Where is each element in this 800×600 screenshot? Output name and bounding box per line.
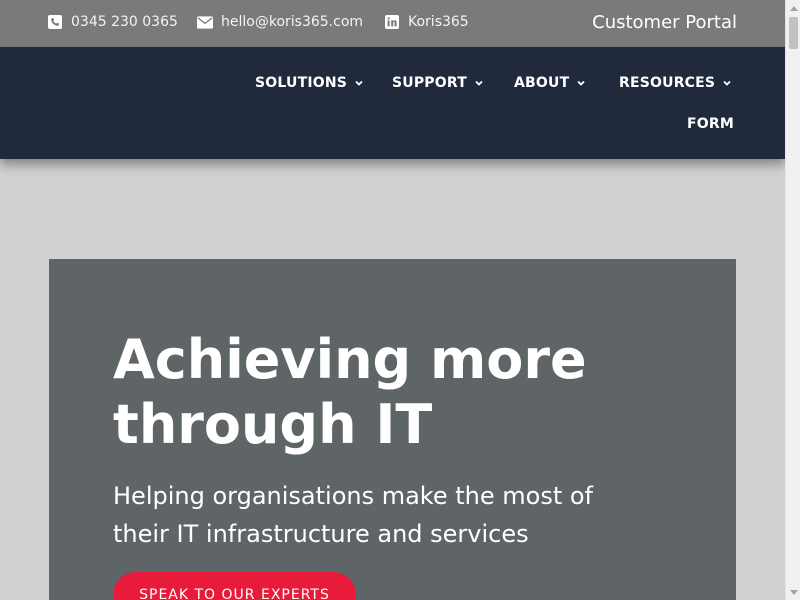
nav-item-label: SOLUTIONS (255, 75, 348, 91)
hero-subtitle: Helping organisations make the most of t… (113, 477, 633, 553)
chevron-down-icon (475, 79, 483, 87)
nav-item-label: FORM (687, 116, 734, 132)
hero-subtitle-line: Helping organisations make the most of (113, 482, 593, 510)
scrollbar-thumb[interactable] (789, 17, 798, 49)
page: 0345 230 0365 hello@koris365.com Koris36… (0, 0, 785, 600)
scroll-down-arrow-icon[interactable] (786, 585, 800, 600)
speak-to-experts-button[interactable]: SPEAK TO OUR EXPERTS (113, 572, 356, 600)
hero-title-line: through IT (113, 393, 433, 456)
hero-subtitle-line: their IT infrastructure and services (113, 520, 529, 548)
chevron-down-icon (577, 79, 585, 87)
phone-number: 0345 230 0365 (71, 14, 178, 30)
nav-item-form[interactable]: FORM (687, 116, 734, 132)
scroll-up-arrow-icon[interactable] (786, 0, 800, 15)
linkedin-label: Koris365 (408, 14, 469, 30)
envelope-icon (197, 14, 213, 30)
hero-section: Achieving more through IT Helping organi… (49, 259, 736, 600)
top-contact-bar: 0345 230 0365 hello@koris365.com Koris36… (0, 0, 785, 47)
hero-title-line: Achieving more (113, 328, 587, 391)
hero-title: Achieving more through IT (113, 327, 673, 457)
phone-link[interactable]: 0345 230 0365 (47, 14, 178, 30)
chevron-down-icon (723, 79, 731, 87)
email-link[interactable]: hello@koris365.com (197, 14, 363, 30)
linkedin-link[interactable]: Koris365 (384, 14, 469, 30)
main-navigation: SOLUTIONS SUPPORT ABOUT RESOURCES FORM (0, 47, 785, 159)
chevron-down-icon (355, 79, 363, 87)
linkedin-icon (384, 14, 400, 30)
email-address: hello@koris365.com (221, 14, 364, 30)
nav-item-solutions[interactable]: SOLUTIONS (255, 75, 363, 91)
customer-portal-link[interactable]: Customer Portal (592, 12, 737, 33)
nav-item-about[interactable]: ABOUT (514, 75, 585, 91)
nav-item-resources[interactable]: RESOURCES (619, 75, 731, 91)
nav-item-label: RESOURCES (619, 75, 716, 91)
vertical-scrollbar[interactable] (785, 0, 800, 600)
nav-item-label: ABOUT (514, 75, 570, 91)
nav-item-label: SUPPORT (392, 75, 467, 91)
nav-item-support[interactable]: SUPPORT (392, 75, 483, 91)
phone-icon (47, 14, 63, 30)
